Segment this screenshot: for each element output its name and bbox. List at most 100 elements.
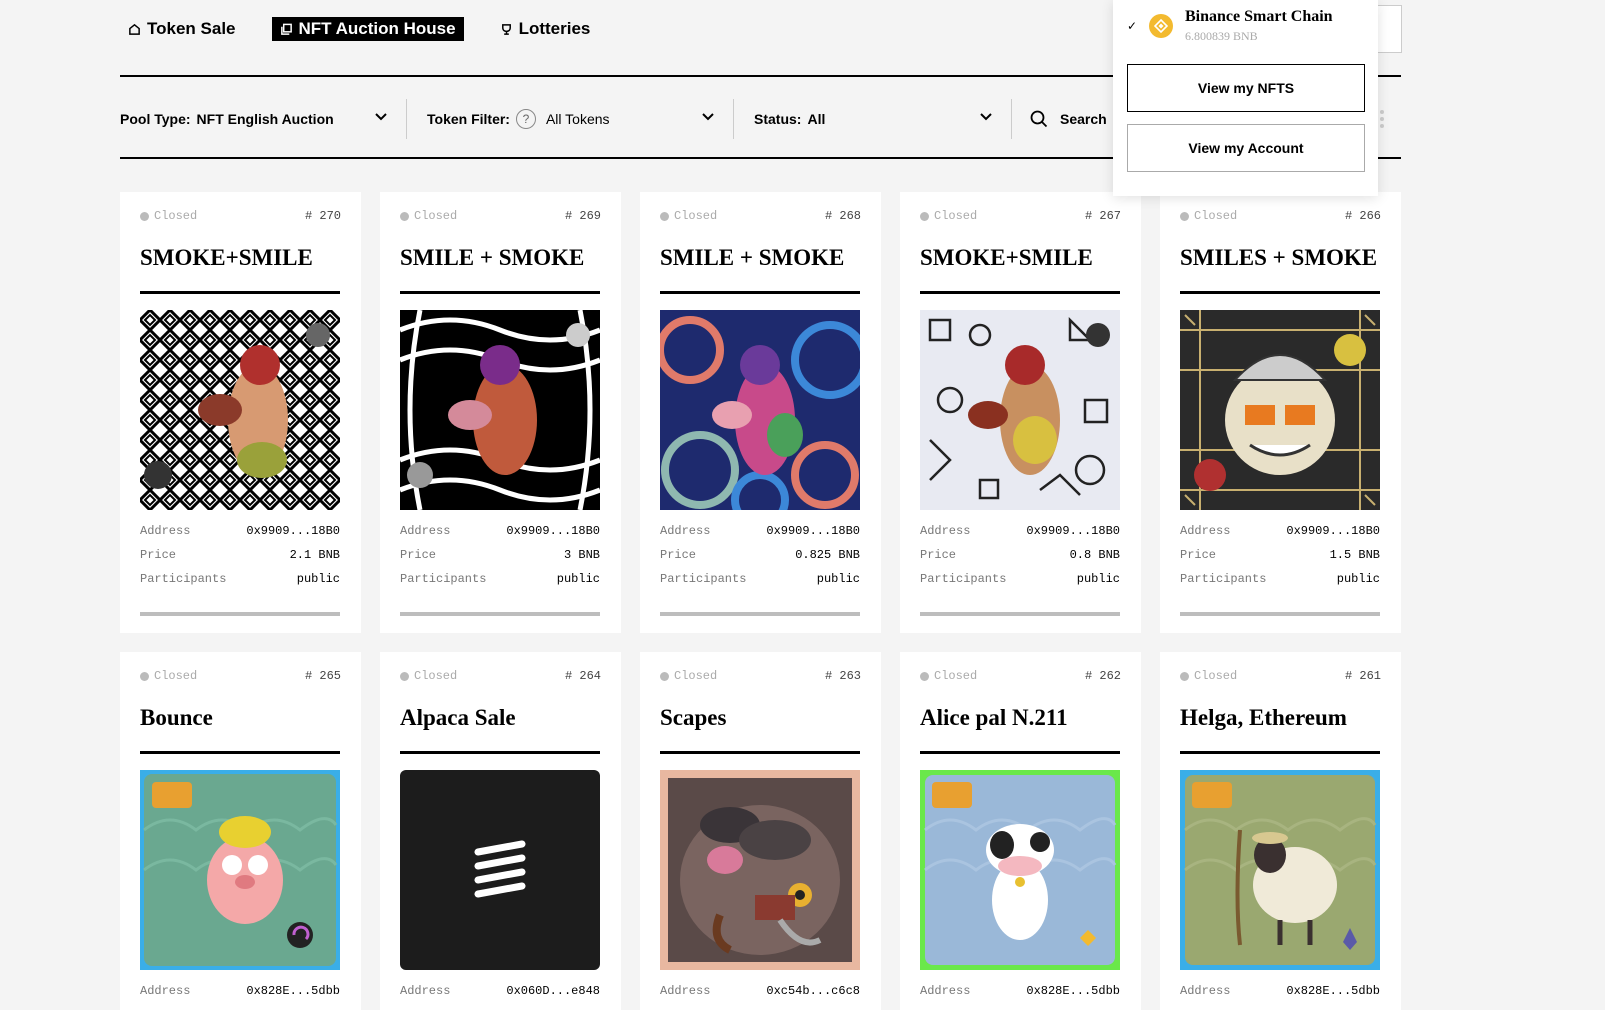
progress-bar bbox=[1180, 612, 1380, 616]
participants-label: Participants bbox=[920, 572, 1007, 586]
address-value: 0x9909...18B0 bbox=[766, 524, 860, 538]
address-label: Address bbox=[400, 524, 451, 538]
token-filter-select[interactable]: Token Filter: ? All Tokens bbox=[407, 97, 733, 141]
card-title: SMILES + SMOKE bbox=[1180, 245, 1378, 270]
nft-image[interactable] bbox=[660, 310, 860, 510]
status-dot bbox=[1180, 671, 1189, 681]
auction-card-270[interactable]: Closed # 270 SMOKE+SMILE Address 0x9909..… bbox=[120, 192, 361, 633]
auction-card-261[interactable]: Closed # 261 Helga, Ethereum Address 0x82… bbox=[1160, 652, 1401, 1010]
price-label: Price bbox=[140, 548, 177, 562]
title-underline bbox=[660, 751, 860, 754]
view-my-nfts-button[interactable]: View my NFTS bbox=[1127, 64, 1365, 112]
price-label: Price bbox=[660, 548, 697, 562]
status-text: Closed bbox=[154, 209, 198, 223]
status-dot bbox=[920, 671, 929, 681]
address-value: 0x9909...18B0 bbox=[1026, 524, 1120, 538]
card-title: Scapes bbox=[660, 705, 727, 730]
title-underline bbox=[140, 291, 340, 294]
nav-lotteries[interactable]: Lotteries bbox=[492, 17, 599, 41]
title-underline bbox=[1180, 291, 1380, 294]
nft-image[interactable] bbox=[660, 770, 860, 970]
wallet-dropdown: ✓ Binance Smart Chain 6.800839 BNB View … bbox=[1113, 0, 1378, 196]
chain-name: Binance Smart Chain bbox=[1185, 8, 1333, 25]
status-dot bbox=[140, 671, 149, 681]
title-underline bbox=[140, 751, 340, 754]
participants-label: Participants bbox=[400, 572, 487, 586]
nft-image[interactable] bbox=[1180, 770, 1380, 970]
bnb-logo-icon bbox=[1149, 14, 1173, 38]
nft-image[interactable] bbox=[400, 310, 600, 510]
pool-number: # 270 bbox=[304, 209, 341, 223]
pool-type-label: Pool Type: bbox=[120, 111, 191, 127]
address-value: 0x9909...18B0 bbox=[1286, 524, 1380, 538]
title-underline bbox=[920, 291, 1120, 294]
price-value: 1.5 BNB bbox=[1329, 548, 1380, 562]
auction-card-263[interactable]: Closed # 263 Scapes Address 0xc54b...c6c8 bbox=[640, 652, 881, 1010]
nav-token-sale-label: Token Sale bbox=[147, 19, 236, 38]
address-label: Address bbox=[1180, 524, 1231, 538]
status-text: Closed bbox=[934, 209, 978, 223]
pool-type-value: NFT English Auction bbox=[196, 111, 334, 127]
status-dot bbox=[400, 671, 409, 681]
price-value: 0.8 BNB bbox=[1069, 548, 1120, 562]
status-dot bbox=[660, 211, 669, 221]
nav-token-sale[interactable]: Token Sale bbox=[120, 17, 244, 41]
nft-image[interactable] bbox=[920, 770, 1120, 970]
status-select[interactable]: Status: All bbox=[734, 97, 1011, 141]
address-label: Address bbox=[140, 524, 191, 538]
auction-card-262[interactable]: Closed # 262 Alice pal N.211 Address 0x82… bbox=[900, 652, 1141, 1010]
title-underline bbox=[920, 751, 1120, 754]
search-input[interactable]: Search bbox=[1012, 110, 1107, 128]
price-value: 2.1 BNB bbox=[289, 548, 340, 562]
pool-number: # 264 bbox=[564, 669, 601, 683]
address-value: 0x828E...5dbb bbox=[1026, 984, 1120, 998]
auction-card-266[interactable]: Closed # 266 SMILES + SMOKE Address 0x990… bbox=[1160, 192, 1401, 633]
chain-option-bsc[interactable]: ✓ Binance Smart Chain 6.800839 BNB bbox=[1127, 8, 1333, 44]
title-underline bbox=[400, 751, 600, 754]
status-text: Closed bbox=[1194, 669, 1238, 683]
auction-card-267[interactable]: Closed # 267 SMOKE+SMILE Address 0x9909..… bbox=[900, 192, 1141, 633]
more-options-icon[interactable] bbox=[1380, 110, 1384, 131]
nft-image[interactable] bbox=[140, 310, 340, 510]
nft-image[interactable] bbox=[400, 770, 600, 970]
auction-card-265[interactable]: Closed # 265 Bounce Address 0x828E...5dbb bbox=[120, 652, 361, 1010]
nav-nft-auction-house-label: NFT Auction House bbox=[298, 19, 456, 38]
pool-type-select[interactable]: Pool Type: NFT English Auction bbox=[120, 97, 406, 141]
status-text: Closed bbox=[674, 669, 718, 683]
price-label: Price bbox=[920, 548, 957, 562]
participants-value: public bbox=[1076, 572, 1120, 586]
address-value: 0x9909...18B0 bbox=[506, 524, 600, 538]
price-label: Price bbox=[400, 548, 437, 562]
participants-value: public bbox=[296, 572, 340, 586]
price-value: 3 BNB bbox=[563, 548, 600, 562]
nft-image[interactable] bbox=[140, 770, 340, 970]
pool-number: # 269 bbox=[564, 209, 601, 223]
chevron-down-icon bbox=[980, 113, 992, 121]
nav-nft-auction-house[interactable]: NFT Auction House bbox=[271, 17, 464, 41]
participants-value: public bbox=[816, 572, 860, 586]
price-label: Price bbox=[1180, 548, 1217, 562]
address-label: Address bbox=[140, 984, 191, 998]
view-my-account-button[interactable]: View my Account bbox=[1127, 124, 1365, 172]
trophy-icon bbox=[501, 23, 511, 35]
wallet-balance: 6.800839 BNB bbox=[1185, 29, 1258, 43]
status-dot bbox=[1180, 211, 1189, 221]
address-label: Address bbox=[400, 984, 451, 998]
pool-number: # 267 bbox=[1084, 209, 1121, 223]
check-icon: ✓ bbox=[1127, 19, 1138, 33]
auction-card-264[interactable]: Closed # 264 Alpaca Sale Address 0x060D..… bbox=[380, 652, 621, 1010]
chevron-down-icon bbox=[375, 113, 387, 121]
auction-card-269[interactable]: Closed # 269 SMILE + SMOKE Address 0x9909… bbox=[380, 192, 621, 633]
title-underline bbox=[1180, 751, 1380, 754]
auction-card-268[interactable]: Closed # 268 SMILE + SMOKE Address 0x9909… bbox=[640, 192, 881, 633]
nft-image[interactable] bbox=[920, 310, 1120, 510]
participants-label: Participants bbox=[1180, 572, 1267, 586]
status-text: Closed bbox=[154, 669, 198, 683]
pool-number: # 268 bbox=[824, 209, 861, 223]
nft-image[interactable] bbox=[1180, 310, 1380, 510]
status-text: Closed bbox=[674, 209, 718, 223]
card-title: SMILE + SMOKE bbox=[660, 245, 845, 270]
pool-number: # 266 bbox=[1344, 209, 1381, 223]
status-label: Status: bbox=[754, 111, 802, 127]
help-icon[interactable]: ? bbox=[515, 109, 536, 129]
